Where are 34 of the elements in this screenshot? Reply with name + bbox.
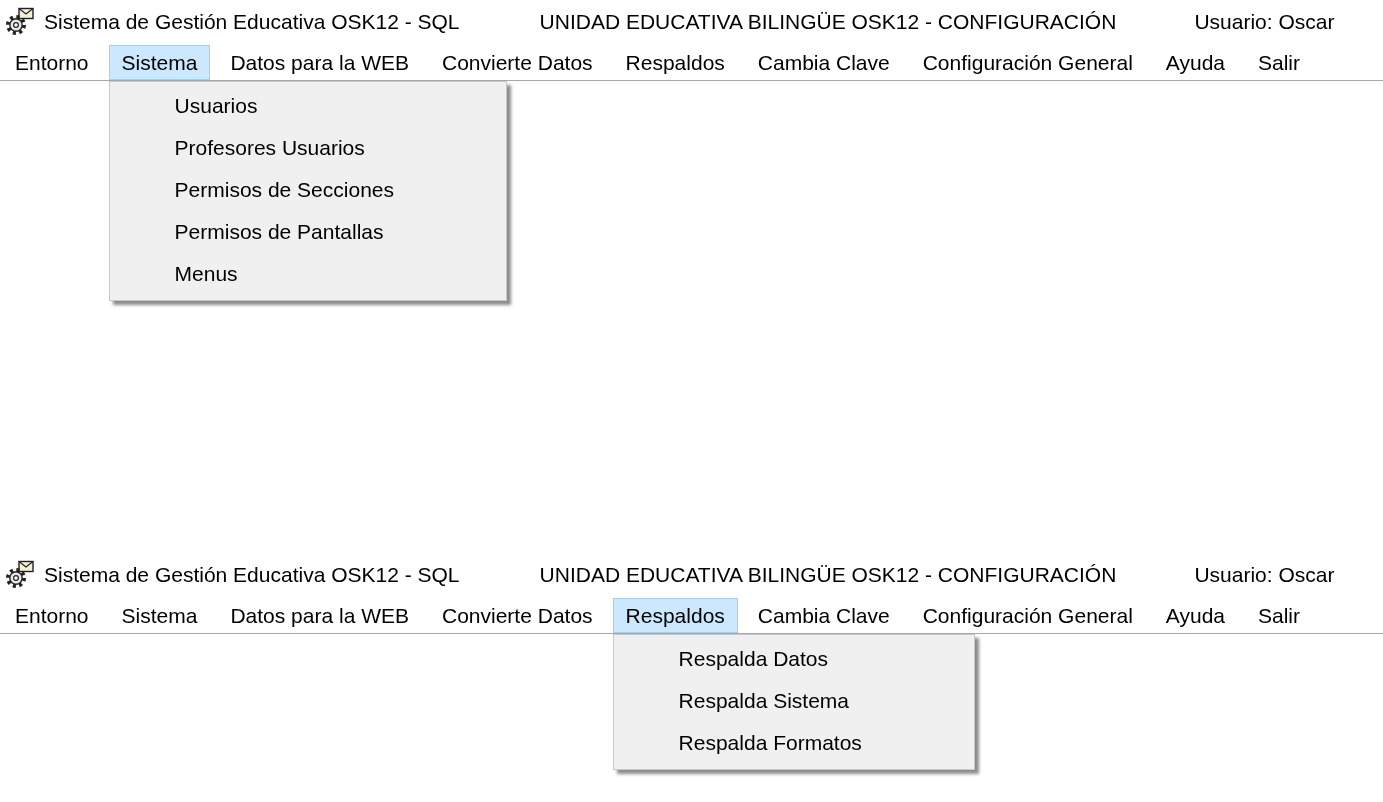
dropdown-item[interactable]: Permisos de Pantallas [109, 211, 506, 253]
menu-bar-item[interactable]: Sistema [108, 45, 211, 80]
menu-bar-item[interactable]: Entorno [2, 45, 102, 80]
window-title: Sistema de Gestión Educativa OSK12 - SQL [44, 563, 460, 587]
user-label: Usuario: Oscar [1194, 563, 1335, 587]
menu-bar-item[interactable]: Cambia Clave [744, 598, 903, 633]
institution-title: UNIDAD EDUCATIVA BILINGÜE OSK12 - CONFIGURACIÓN [539, 563, 1117, 587]
menu-bar-item[interactable]: Ayuda [1152, 598, 1238, 633]
menu-bar-item[interactable]: Sistema [108, 598, 211, 633]
dropdown-item[interactable]: Profesores Usuarios [109, 127, 506, 169]
gear-envelope-icon [5, 7, 35, 37]
menu-bar-item[interactable]: Salir [1245, 45, 1313, 80]
user-label: Usuario: Oscar [1194, 10, 1335, 34]
menu-bar-item[interactable]: Respaldos [612, 45, 738, 80]
dropdown-item[interactable]: Respalda Formatos [613, 722, 974, 764]
menu-bar-item[interactable]: Ayuda [1152, 45, 1238, 80]
menu-bar-item[interactable]: Cambia Clave [744, 45, 903, 80]
dropdown-item[interactable]: Menus [109, 253, 506, 295]
dropdown-item[interactable]: Respalda Sistema [613, 680, 974, 722]
menu-bar-item[interactable]: Datos para la WEB [217, 45, 422, 80]
dropdown-item[interactable]: Usuarios [109, 85, 506, 127]
dropdown-item[interactable]: Permisos de Secciones [109, 169, 506, 211]
menu-bar-item[interactable]: Datos para la WEB [217, 598, 422, 633]
dropdown-item[interactable]: Respalda Datos [613, 638, 974, 680]
menu-bar-item[interactable]: Entorno [2, 598, 102, 633]
menu-bar-item[interactable]: Salir [1245, 598, 1313, 633]
gear-envelope-icon [5, 560, 35, 590]
menu-bar-item[interactable]: Respaldos [612, 598, 738, 633]
window-title: Sistema de Gestión Educativa OSK12 - SQL [44, 10, 460, 34]
menu-bar-item[interactable]: Convierte Datos [429, 598, 606, 633]
menu-bar-item[interactable]: Configuración General [909, 45, 1146, 80]
menu-bar-item[interactable]: Configuración General [909, 598, 1146, 633]
menu-bar-item[interactable]: Convierte Datos [429, 45, 606, 80]
institution-title: UNIDAD EDUCATIVA BILINGÜE OSK12 - CONFIGURACIÓN [539, 10, 1117, 34]
